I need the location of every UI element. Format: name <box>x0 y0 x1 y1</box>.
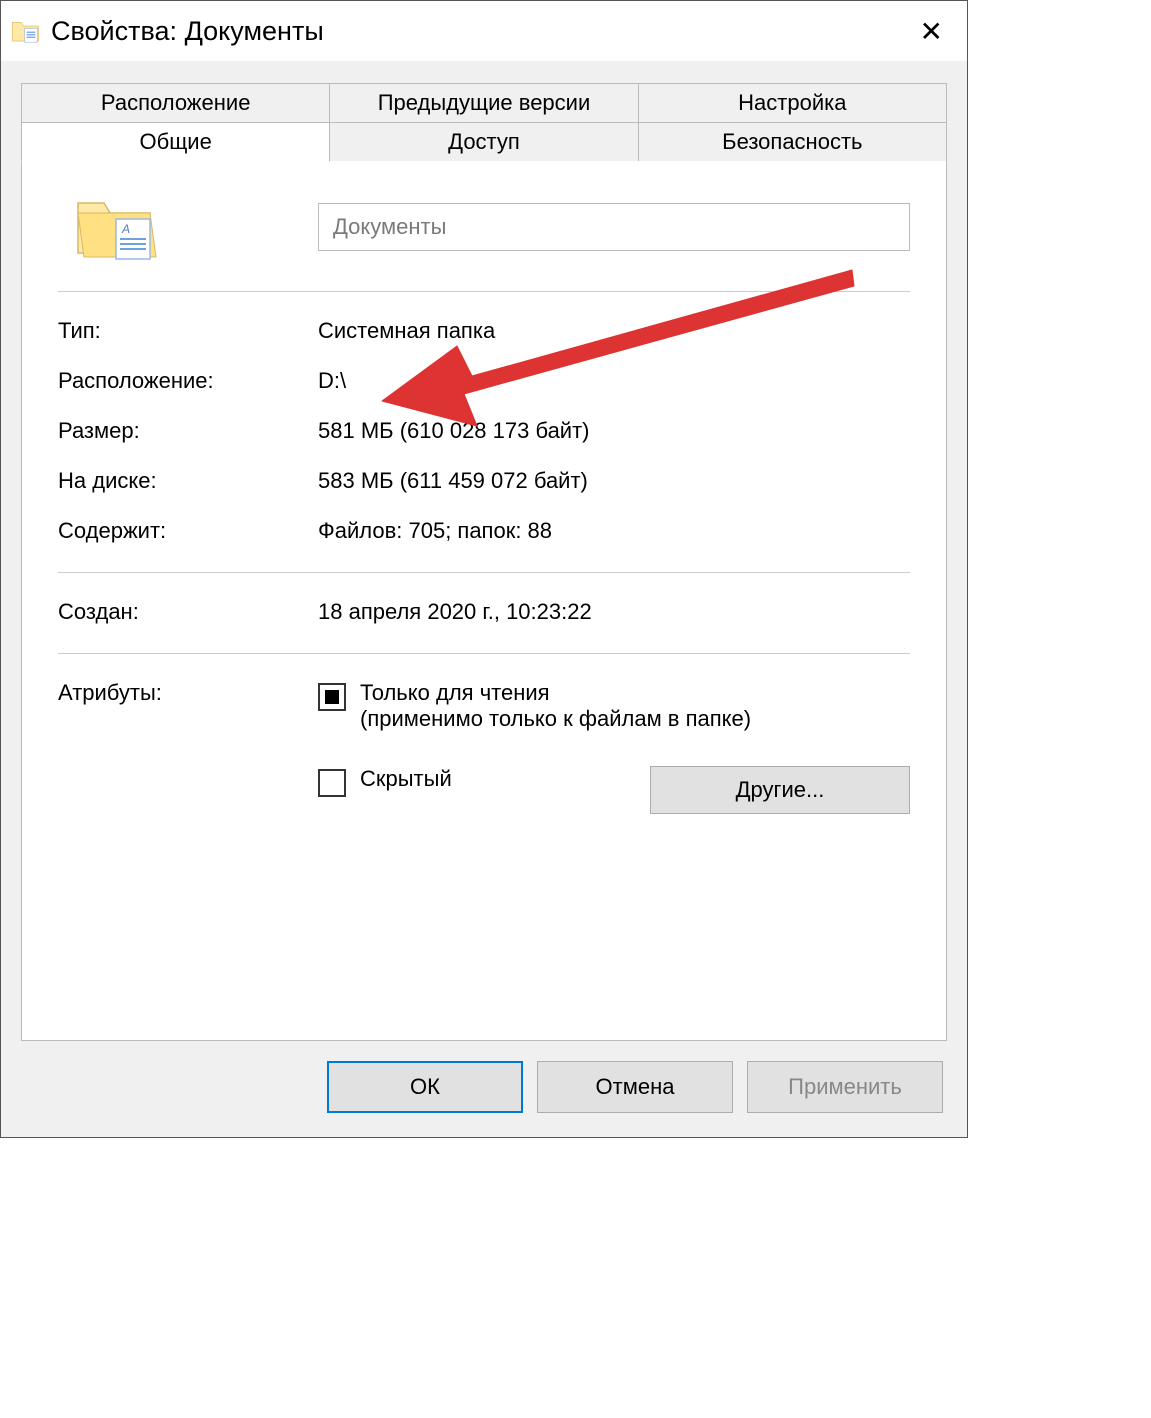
tab-customize[interactable]: Настройка <box>639 83 947 122</box>
readonly-label: Только для чтения <box>360 680 550 705</box>
checkbox-indeterminate-icon <box>318 683 346 711</box>
dialog-body: Расположение Предыдущие версии Настройка… <box>1 61 967 1137</box>
hidden-checkbox-row[interactable]: Скрытый <box>318 766 452 797</box>
apply-button[interactable]: Применить <box>747 1061 943 1113</box>
folder-large-icon: A <box>76 191 158 263</box>
properties-dialog: Свойства: Документы ✕ Расположение Преды… <box>0 0 968 1138</box>
size-value: 581 МБ (610 028 173 байт) <box>318 418 910 444</box>
created-label: Создан: <box>58 599 318 625</box>
dialog-buttons: ОК Отмена Применить <box>21 1041 947 1117</box>
svg-text:A: A <box>121 222 130 236</box>
type-value: Системная папка <box>318 318 910 344</box>
tab-previous-versions[interactable]: Предыдущие версии <box>330 83 638 122</box>
tab-location[interactable]: Расположение <box>21 83 330 122</box>
cancel-button[interactable]: Отмена <box>537 1061 733 1113</box>
location-label: Расположение: <box>58 368 318 394</box>
size-label: Размер: <box>58 418 318 444</box>
folder-name-input[interactable] <box>318 203 910 251</box>
contains-value: Файлов: 705; папок: 88 <box>318 518 910 544</box>
checkbox-empty-icon <box>318 769 346 797</box>
attributes-label: Атрибуты: <box>58 680 318 706</box>
readonly-sublabel: (применимо только к файлам в папке) <box>360 706 751 731</box>
titlebar: Свойства: Документы ✕ <box>1 1 967 61</box>
tab-sharing[interactable]: Доступ <box>330 122 638 162</box>
tab-general[interactable]: Общие <box>21 122 330 162</box>
folder-icon <box>11 16 41 46</box>
tab-panel-general: A Тип: Системная папка <box>21 161 947 1041</box>
location-value: D:\ <box>318 368 910 394</box>
readonly-checkbox-row[interactable]: Только для чтения (применимо только к фа… <box>318 680 751 732</box>
tab-container: Расположение Предыдущие версии Настройка… <box>21 83 947 1041</box>
other-attributes-button[interactable]: Другие... <box>650 766 910 814</box>
tab-security[interactable]: Безопасность <box>639 122 947 162</box>
separator <box>58 572 910 573</box>
size-on-disk-value: 583 МБ (611 459 072 байт) <box>318 468 910 494</box>
hidden-label: Скрытый <box>360 766 452 792</box>
separator <box>58 653 910 654</box>
window-title: Свойства: Документы <box>51 16 910 47</box>
separator <box>58 291 910 292</box>
close-button[interactable]: ✕ <box>910 11 953 52</box>
size-on-disk-label: На диске: <box>58 468 318 494</box>
type-label: Тип: <box>58 318 318 344</box>
contains-label: Содержит: <box>58 518 318 544</box>
ok-button[interactable]: ОК <box>327 1061 523 1113</box>
created-value: 18 апреля 2020 г., 10:23:22 <box>318 599 910 625</box>
